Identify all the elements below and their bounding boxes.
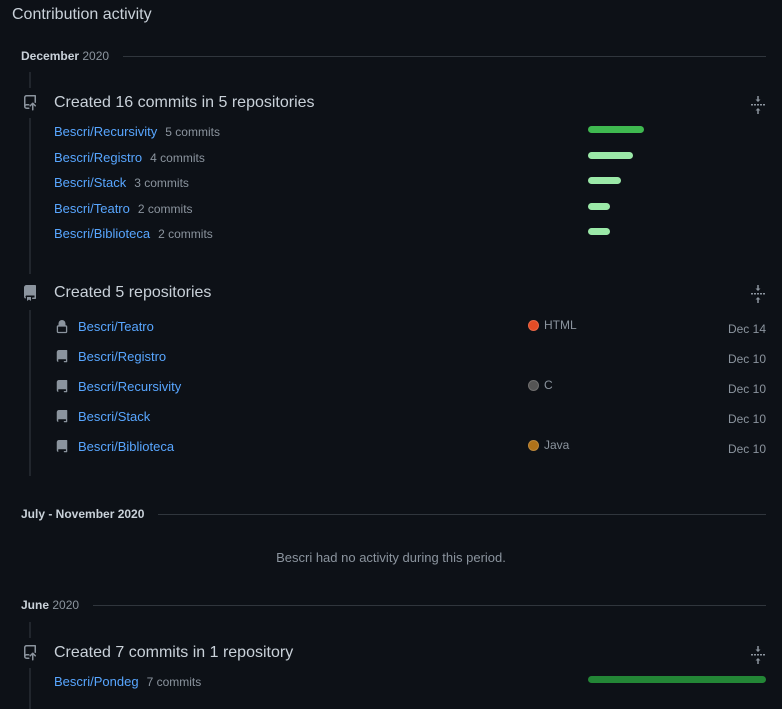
repo-link[interactable]: Bescri/Teatro [54,201,130,216]
commit-row: Bescri/Stack 3 commits [54,175,189,190]
timeline-line [29,118,31,274]
period-divider [123,55,766,57]
repo-link[interactable]: Bescri/Biblioteca [78,439,174,454]
period-divider [93,604,766,606]
language-label: C [528,378,553,392]
commit-bar [588,126,644,133]
commit-bar [588,676,766,683]
repo-icon [23,285,36,301]
language-color-dot [528,319,539,331]
repo-date: Dec 10 [727,412,766,426]
language-color-dot [528,379,539,391]
lock-icon [56,320,68,334]
language-label: HTML [528,318,577,332]
repo-link[interactable]: Bescri/Recursivity [54,124,157,139]
timeline-line [29,72,31,88]
repo-icon [56,350,68,363]
language-name: HTML [544,318,577,332]
period-year: 2020 [52,598,80,612]
timeline-line [29,310,31,476]
commit-count: 2 commits [158,227,213,241]
period-header-june: June 2020 [21,597,766,613]
fold-icon[interactable] [751,646,765,664]
fold-icon[interactable] [751,96,765,114]
empty-period-message: Bescri had no activity during this perio… [276,550,506,565]
period-month: June [21,598,50,612]
commit-bar [588,152,633,159]
period-month: July - November 2020 [21,507,145,521]
timeline-line [29,668,31,709]
repo-link[interactable]: Bescri/Registro [78,349,166,364]
language-label: Java [528,438,569,452]
period-month: December [21,49,80,63]
repo-link[interactable]: Bescri/Recursivity [78,379,181,394]
language-name: C [544,378,553,392]
repo-icon [56,440,68,453]
timeline-line [29,622,31,638]
repo-link[interactable]: Bescri/Stack [78,409,150,424]
period-header-december: December 2020 [21,48,766,64]
repo-icon [56,380,68,393]
commit-count: 3 commits [134,176,189,190]
commit-row: Bescri/Teatro 2 commits [54,201,193,216]
repos-section-title: Created 5 repositories [54,284,212,301]
commit-row: Bescri/Registro 4 commits [54,150,205,165]
repo-date: Dec 10 [727,382,766,396]
commit-row: Bescri/Pondeg 7 commits [54,674,201,689]
repo-date: Dec 10 [727,442,766,456]
repo-push-icon [24,95,37,111]
commits-section-title: Created 7 commits in 1 repository [54,644,294,661]
language-color-dot [528,439,539,451]
commits-section-title: Created 16 commits in 5 repositories [54,94,315,111]
commit-count: 2 commits [137,202,193,216]
fold-icon[interactable] [751,285,765,303]
repo-link[interactable]: Bescri/Stack [54,175,126,190]
repo-push-icon [24,645,37,661]
commit-row: Bescri/Biblioteca 2 commits [54,226,213,241]
period-year: 2020 [82,49,110,63]
language-name: Java [544,438,570,452]
period-header-jul-nov: July - November 2020 [21,506,766,522]
commit-bar [588,203,610,210]
commit-bar [588,228,610,235]
commit-count: 4 commits [150,151,205,165]
page-title: Contribution activity [12,6,152,23]
commit-count: 7 commits [146,675,202,689]
repo-date: Dec 14 [727,322,766,336]
period-divider [158,513,766,515]
commit-count: 5 commits [165,125,220,139]
repo-link[interactable]: Bescri/Biblioteca [54,226,150,241]
repo-icon [56,410,68,423]
commit-row: Bescri/Recursivity 5 commits [54,124,220,139]
commit-bar [588,177,621,184]
repo-link[interactable]: Bescri/Registro [54,150,142,165]
repo-date: Dec 10 [727,352,766,366]
repo-link[interactable]: Bescri/Teatro [78,319,154,334]
repo-link[interactable]: Bescri/Pondeg [54,674,139,689]
